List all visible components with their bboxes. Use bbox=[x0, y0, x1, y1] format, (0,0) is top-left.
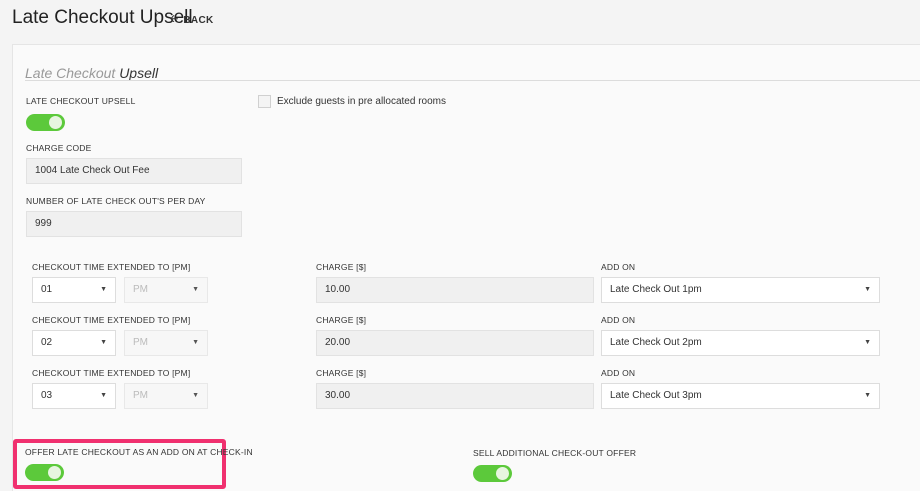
charge-code-field[interactable]: 1004 Late Check Out Fee bbox=[26, 158, 242, 184]
meridiem-value: PM bbox=[133, 390, 148, 401]
caret-down-icon: ▼ bbox=[192, 286, 199, 293]
charge-code-label: CHARGE CODE bbox=[26, 143, 92, 153]
section-divider bbox=[25, 80, 920, 81]
caret-down-icon: ▼ bbox=[192, 392, 199, 399]
sell-additional-toggle[interactable] bbox=[473, 465, 512, 482]
caret-down-icon: ▼ bbox=[100, 339, 107, 346]
late-checkout-upsell-toggle[interactable] bbox=[26, 114, 65, 131]
add-on-label: ADD ON bbox=[601, 368, 636, 378]
add-on-value: Late Check Out 3pm bbox=[610, 390, 702, 401]
charge-label: CHARGE [$] bbox=[316, 315, 367, 325]
section-title: Late Checkout Upsell bbox=[25, 65, 158, 81]
meridiem-value: PM bbox=[133, 284, 148, 295]
charge-label: CHARGE [$] bbox=[316, 368, 367, 378]
section-title-dark: Upsell bbox=[119, 65, 159, 81]
meridiem-select: PM ▼ bbox=[124, 277, 208, 303]
back-label: BACK bbox=[183, 15, 214, 26]
late-checkout-upsell-label: LATE CHECKOUT UPSELL bbox=[26, 96, 136, 106]
section-title-light: Late Checkout bbox=[25, 65, 116, 81]
back-button[interactable]: 🡠 BACK bbox=[170, 12, 214, 29]
caret-down-icon: ▼ bbox=[100, 392, 107, 399]
meridiem-select: PM ▼ bbox=[124, 383, 208, 409]
checkout-time-label: CHECKOUT TIME EXTENDED TO [PM] bbox=[32, 262, 191, 272]
arrow-left-icon: 🡠 bbox=[170, 14, 179, 25]
meridiem-select: PM ▼ bbox=[124, 330, 208, 356]
add-on-value: Late Check Out 1pm bbox=[610, 284, 702, 295]
per-day-field[interactable]: 999 bbox=[26, 211, 242, 237]
page-title: Late Checkout Upsell bbox=[12, 7, 193, 28]
hour-select[interactable]: 03 ▼ bbox=[32, 383, 116, 409]
exclude-guests-label: Exclude guests in pre allocated rooms bbox=[277, 96, 446, 107]
charge-field[interactable]: 20.00 bbox=[316, 330, 594, 356]
toggle-knob bbox=[48, 466, 61, 479]
charge-label: CHARGE [$] bbox=[316, 262, 367, 272]
toggle-knob bbox=[49, 116, 62, 129]
add-on-value: Late Check Out 2pm bbox=[610, 337, 702, 348]
meridiem-value: PM bbox=[133, 337, 148, 348]
add-on-select[interactable]: Late Check Out 1pm ▼ bbox=[601, 277, 880, 303]
top-bar: Late Checkout Upsell 🡠 BACK bbox=[0, 0, 920, 38]
exclude-guests-checkbox[interactable] bbox=[258, 95, 271, 108]
caret-down-icon: ▼ bbox=[864, 339, 871, 346]
add-on-label: ADD ON bbox=[601, 315, 636, 325]
hour-select[interactable]: 02 ▼ bbox=[32, 330, 116, 356]
toggle-knob bbox=[496, 467, 509, 480]
caret-down-icon: ▼ bbox=[100, 286, 107, 293]
hour-value: 01 bbox=[41, 284, 53, 295]
add-on-select[interactable]: Late Check Out 3pm ▼ bbox=[601, 383, 880, 409]
per-day-label: NUMBER OF LATE CHECK OUT'S PER DAY bbox=[26, 196, 206, 206]
add-on-select[interactable]: Late Check Out 2pm ▼ bbox=[601, 330, 880, 356]
caret-down-icon: ▼ bbox=[192, 339, 199, 346]
hour-value: 02 bbox=[41, 337, 53, 348]
offer-at-checkin-label: OFFER LATE CHECKOUT AS AN ADD ON AT CHEC… bbox=[25, 447, 253, 457]
settings-panel: Late Checkout Upsell LATE CHECKOUT UPSEL… bbox=[12, 44, 920, 491]
charge-field[interactable]: 30.00 bbox=[316, 383, 594, 409]
caret-down-icon: ▼ bbox=[864, 392, 871, 399]
charge-field[interactable]: 10.00 bbox=[316, 277, 594, 303]
checkout-time-label: CHECKOUT TIME EXTENDED TO [PM] bbox=[32, 368, 191, 378]
checkout-time-label: CHECKOUT TIME EXTENDED TO [PM] bbox=[32, 315, 191, 325]
offer-at-checkin-toggle[interactable] bbox=[25, 464, 64, 481]
hour-select[interactable]: 01 ▼ bbox=[32, 277, 116, 303]
add-on-label: ADD ON bbox=[601, 262, 636, 272]
sell-additional-label: SELL ADDITIONAL CHECK-OUT OFFER bbox=[473, 448, 637, 458]
caret-down-icon: ▼ bbox=[864, 286, 871, 293]
hour-value: 03 bbox=[41, 390, 53, 401]
